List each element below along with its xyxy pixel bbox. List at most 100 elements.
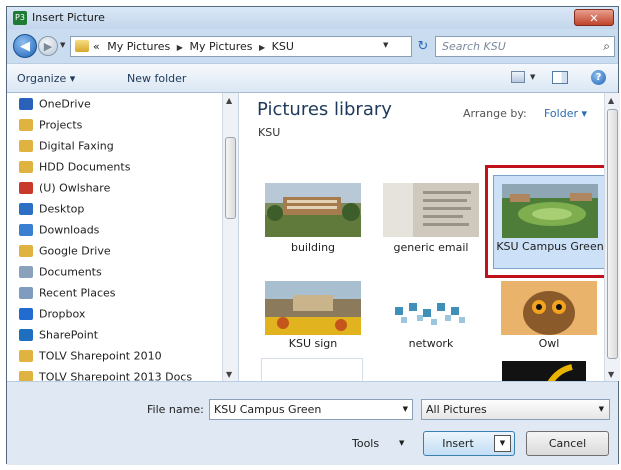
library-subtitle: KSU <box>258 126 281 139</box>
change-view-icon[interactable] <box>511 71 525 83</box>
generic-email-image <box>383 183 479 237</box>
file-type-select[interactable]: All Pictures ▼ <box>421 399 610 420</box>
forward-button[interactable]: ▶ <box>38 36 58 56</box>
dialog-footer: File name: KSU Campus Green ▼ All Pictur… <box>7 381 618 465</box>
thumbnail-item[interactable]: Owl <box>493 273 605 367</box>
title-bar: P3 Insert Picture ✕ <box>7 7 618 29</box>
sidebar-item-downloads[interactable]: Downloads <box>19 220 99 241</box>
command-bar: Organize ▾ New folder ▼ ? <box>7 63 618 93</box>
chevron-right-icon[interactable]: ▶ <box>259 43 265 52</box>
thumbnail-item[interactable]: building <box>257 175 369 269</box>
sidebar-item-digital-faxing[interactable]: Digital Faxing <box>19 136 114 157</box>
folder-icon <box>19 140 33 152</box>
search-placeholder: Search KSU <box>442 40 506 53</box>
sidebar-item-recent-places[interactable]: Recent Places <box>19 283 116 304</box>
recent-locations-dropdown[interactable]: ▼ <box>60 41 65 49</box>
sidebar-item-sharepoint[interactable]: SharePoint <box>19 325 98 346</box>
chevron-down-icon[interactable]: ▼ <box>399 439 404 447</box>
organize-menu[interactable]: Organize ▾ <box>17 72 75 85</box>
desktop-icon <box>19 203 33 215</box>
sidebar-item-hdd-documents[interactable]: HDD Documents <box>19 157 130 178</box>
thumbnail-label: Owl <box>538 337 560 350</box>
insert-picture-dialog: P3 Insert Picture ✕ ◀ ▶ ▼ « My Pictures … <box>6 6 620 465</box>
scrollbar-thumb[interactable] <box>225 137 236 219</box>
navigation-pane: OneDrive Projects Digital Faxing HDD Doc… <box>7 93 239 381</box>
sidebar-item-documents[interactable]: Documents <box>19 262 102 283</box>
address-dropdown-icon[interactable]: ▼ <box>383 41 388 49</box>
cancel-button[interactable]: Cancel <box>526 431 609 456</box>
chevron-right-icon[interactable]: ▶ <box>177 43 183 52</box>
file-name-input[interactable]: KSU Campus Green ▼ <box>209 399 413 420</box>
dark-image-partial[interactable] <box>502 361 586 381</box>
back-button[interactable]: ◀ <box>13 34 37 58</box>
breadcrumb-my-pictures-2[interactable]: My Pictures <box>189 40 252 53</box>
search-icon[interactable]: ⌕ <box>603 39 610 54</box>
arrange-by-dropdown[interactable]: Folder ▾ <box>544 107 587 120</box>
sharepoint-icon <box>19 329 33 341</box>
owl-image <box>501 281 597 335</box>
content-scrollbar[interactable]: ▲ ▼ <box>604 93 620 381</box>
sidebar-item-tolv-sharepoint-2010[interactable]: TOLV Sharepoint 2010 <box>19 346 162 367</box>
folder-icon <box>19 350 33 362</box>
breadcrumb-overflow[interactable]: « <box>93 40 100 53</box>
preview-pane-icon[interactable] <box>552 71 568 84</box>
address-bar[interactable]: « My Pictures ▶ My Pictures ▶ KSU ▼ <box>70 36 412 57</box>
network-drive-icon <box>19 182 33 194</box>
window-title: Insert Picture <box>32 11 105 24</box>
thumbnail-label: KSU sign <box>288 337 338 350</box>
building-image <box>265 183 361 237</box>
new-folder-button[interactable]: New folder <box>127 72 186 85</box>
chevron-down-icon[interactable]: ▼ <box>599 400 604 419</box>
tools-menu[interactable]: Tools <box>352 437 379 450</box>
sidebar-item-desktop[interactable]: Desktop <box>19 199 84 220</box>
folder-icon <box>75 40 89 52</box>
search-input[interactable]: Search KSU ⌕ <box>435 36 615 57</box>
insert-label: Insert <box>442 437 474 450</box>
navigation-scrollbar[interactable]: ▲ ▼ <box>222 93 238 381</box>
dropbox-icon <box>19 308 33 320</box>
breadcrumb-my-pictures-1[interactable]: My Pictures <box>107 40 170 53</box>
thumbnail-item[interactable]: generic email <box>375 175 487 269</box>
recent-places-icon <box>19 287 33 299</box>
scroll-up-icon[interactable]: ▲ <box>226 96 232 105</box>
thumbnail-label: building <box>290 241 336 254</box>
thumbnail-item[interactable]: KSU sign <box>257 273 369 367</box>
sidebar-item-projects[interactable]: Projects <box>19 115 82 136</box>
breadcrumb: « My Pictures ▶ My Pictures ▶ KSU <box>93 40 294 53</box>
refresh-button[interactable]: ↻ <box>412 36 434 57</box>
ksu-sign-image <box>265 281 361 335</box>
folder-icon <box>19 371 33 381</box>
scroll-down-icon[interactable]: ▼ <box>226 370 232 379</box>
breadcrumb-ksu[interactable]: KSU <box>272 40 294 53</box>
close-button[interactable]: ✕ <box>574 9 614 26</box>
sidebar-item-dropbox[interactable]: Dropbox <box>19 304 85 325</box>
sidebar-item-onedrive[interactable]: OneDrive <box>19 94 91 115</box>
sidebar-item-google-drive[interactable]: Google Drive <box>19 241 111 262</box>
folder-icon <box>19 119 33 131</box>
network-image <box>383 281 479 335</box>
scrollbar-thumb[interactable] <box>607 109 618 359</box>
scroll-up-icon[interactable]: ▲ <box>608 96 614 105</box>
view-options-dropdown-icon[interactable]: ▼ <box>530 73 535 81</box>
folder-icon <box>19 161 33 173</box>
insert-options-dropdown-icon[interactable]: ▼ <box>494 435 511 452</box>
thumbnail-label: network <box>408 337 454 350</box>
library-title: Pictures library <box>257 99 392 120</box>
help-icon[interactable]: ? <box>591 70 606 85</box>
thumbnail-item-partial[interactable] <box>261 358 363 381</box>
scroll-down-icon[interactable]: ▼ <box>608 370 614 379</box>
google-drive-icon <box>19 245 33 257</box>
file-name-label: File name: <box>147 403 204 416</box>
sidebar-item-tolv-sharepoint-2013[interactable]: TOLV Sharepoint 2013 Docs <box>19 367 192 381</box>
insert-button[interactable]: Insert ▼ <box>423 431 515 456</box>
app-icon: P3 <box>13 11 27 25</box>
thumbnail-item[interactable]: network <box>375 273 487 367</box>
navigation-bar: ◀ ▶ ▼ « My Pictures ▶ My Pictures ▶ KSU … <box>7 29 618 63</box>
arrange-by-label: Arrange by: <box>463 107 527 120</box>
documents-icon <box>19 266 33 278</box>
sidebar-item-owlshare[interactable]: (U) Owlshare <box>19 178 110 199</box>
selection-highlight-box <box>485 165 613 278</box>
cloud-icon <box>19 98 33 110</box>
thumbnail-label: generic email <box>393 241 469 254</box>
chevron-down-icon[interactable]: ▼ <box>403 400 408 419</box>
